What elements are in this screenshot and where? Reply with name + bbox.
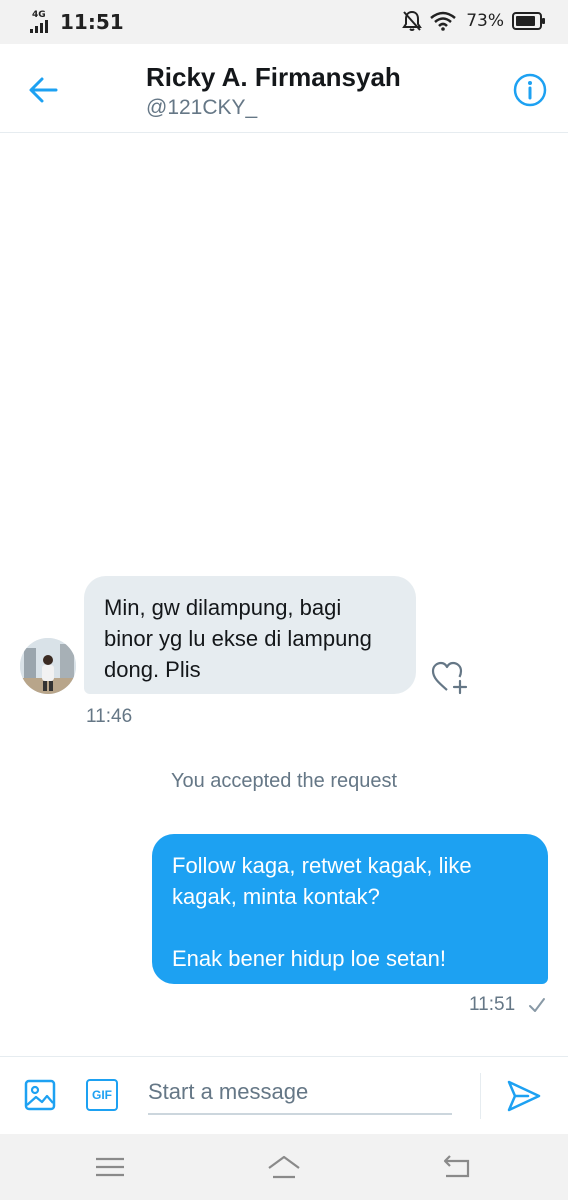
- status-time: 11:51: [60, 10, 124, 34]
- avatar-image: [20, 638, 76, 694]
- like-message-button[interactable]: [430, 660, 470, 696]
- wifi-icon: [430, 11, 457, 31]
- battery-icon: [512, 12, 545, 30]
- conversation-title: Ricky A. Firmansyah: [146, 62, 401, 92]
- incoming-timestamp: 11:46: [86, 706, 133, 727]
- incoming-message[interactable]: Min, gw dilampung, bagi binor yg lu ekse…: [84, 576, 416, 694]
- message-composer: GIF: [0, 1056, 568, 1135]
- signal-icon: 4G: [30, 10, 54, 33]
- outgoing-message-line: Follow kaga, retwet kagak, like kagak, m…: [172, 853, 472, 909]
- menu-icon: [96, 1157, 124, 1177]
- return-icon: [443, 1155, 470, 1178]
- conversation-header: Ricky A. Firmansyah @121CKY_: [0, 44, 568, 133]
- outgoing-message[interactable]: Follow kaga, retwet kagak, like kagak, m…: [152, 834, 548, 984]
- outgoing-message-line: Enak bener hidup loe setan!: [172, 946, 446, 971]
- info-icon: [513, 73, 547, 107]
- send-button[interactable]: [506, 1079, 542, 1113]
- back-button[interactable]: [24, 72, 64, 108]
- notifications-off-icon: [402, 10, 423, 31]
- system-message: You accepted the request: [170, 770, 398, 792]
- outgoing-timestamp: 11:51: [469, 994, 516, 1015]
- send-icon: [507, 1080, 541, 1112]
- battery-percent: 73%: [466, 11, 504, 31]
- status-left: 4G 11:51: [30, 10, 124, 34]
- menu-button[interactable]: [93, 1154, 127, 1180]
- conversation-handle: @121CKY_: [146, 96, 258, 119]
- add-photo-button[interactable]: [24, 1079, 56, 1111]
- arrow-left-icon: [29, 77, 58, 103]
- home-button[interactable]: [266, 1154, 302, 1180]
- avatar[interactable]: [20, 638, 76, 694]
- composer-divider: [480, 1073, 481, 1119]
- status-right: 73%: [402, 10, 546, 32]
- info-button[interactable]: [512, 72, 548, 108]
- back-nav-button[interactable]: [440, 1154, 474, 1180]
- gif-button[interactable]: GIF: [86, 1079, 118, 1111]
- home-icon: [268, 1155, 300, 1179]
- image-icon: [24, 1079, 56, 1111]
- status-bar: 4G 11:51 73%: [0, 0, 568, 44]
- heart-plus-icon: [431, 661, 468, 695]
- navigation-bar: [0, 1134, 568, 1200]
- message-input[interactable]: [148, 1071, 452, 1115]
- check-icon: [529, 998, 545, 1012]
